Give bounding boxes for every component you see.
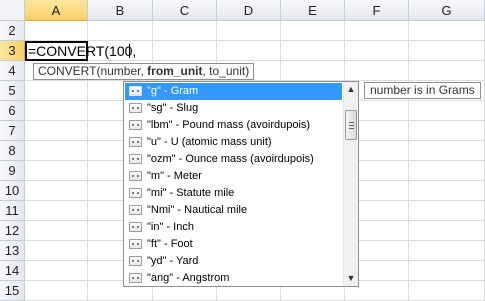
row-header-6[interactable]: 6 xyxy=(0,101,25,121)
arrow-up-icon[interactable]: ▲ xyxy=(344,82,358,96)
text-caret xyxy=(129,44,130,58)
dropdown-item-pound-mass[interactable]: "lbm" - Pound mass (avoirdupois) xyxy=(125,117,342,134)
unit-constant-icon xyxy=(129,188,142,198)
column-header-f[interactable]: F xyxy=(345,0,409,21)
row-header-8[interactable]: 8 xyxy=(0,141,25,161)
column-header-g[interactable]: G xyxy=(409,0,485,21)
row-header-10[interactable]: 10 xyxy=(0,181,25,201)
dropdown-item-gram[interactable]: "g" - Gram xyxy=(125,83,342,100)
dropdown-scrollbar[interactable]: ▲ ▼ xyxy=(343,82,358,286)
cell-formula[interactable]: =CONVERT(100, xyxy=(28,42,136,60)
dropdown-item-label: "ft" - Foot xyxy=(147,238,193,250)
row-header-5[interactable]: 5 xyxy=(0,81,25,101)
grid-line xyxy=(25,60,485,61)
row-header-3[interactable]: 3 xyxy=(0,41,25,61)
column-header-e[interactable]: E xyxy=(281,0,345,21)
dropdown-item-meter[interactable]: "m" - Meter xyxy=(125,168,342,185)
dropdown-item-label: "mi" - Statute mile xyxy=(147,187,235,199)
unit-constant-icon xyxy=(129,154,142,164)
dropdown-item-inch[interactable]: "in" - Inch xyxy=(125,219,342,236)
dropdown-item-statute-mile[interactable]: "mi" - Statute mile xyxy=(125,185,342,202)
arrow-down-icon[interactable]: ▼ xyxy=(344,271,358,285)
grip-line xyxy=(349,122,354,123)
unit-description-tooltip: number is in Grams xyxy=(364,82,481,99)
spreadsheet: A B C D E F G 2 3 4 5 6 7 8 9 10 11 12 1… xyxy=(0,0,485,301)
dropdown-list: "g" - Gram "sg" - Slug "lbm" - Pound mas… xyxy=(124,82,343,286)
dropdown-item-label: "yd" - Yard xyxy=(147,255,199,267)
unit-constant-icon xyxy=(129,86,142,96)
row-header-15[interactable]: 15 xyxy=(0,281,25,301)
dropdown-item-label: "in" - Inch xyxy=(147,221,194,233)
dropdown-item-angstrom[interactable]: "ang" - Angstrom xyxy=(125,270,342,286)
unit-constant-icon xyxy=(129,222,142,232)
unit-constant-icon xyxy=(129,137,142,147)
column-header-d[interactable]: D xyxy=(217,0,281,21)
row-header-2[interactable]: 2 xyxy=(0,21,25,41)
column-header-a[interactable]: A xyxy=(25,0,88,21)
row-header-12[interactable]: 12 xyxy=(0,221,25,241)
row-header-13[interactable]: 13 xyxy=(0,241,25,261)
row-header-11[interactable]: 11 xyxy=(0,201,25,221)
unit-constant-icon xyxy=(129,205,142,215)
grid-line xyxy=(25,40,485,41)
dropdown-item-label: "g" - Gram xyxy=(147,85,199,97)
unit-constant-icon xyxy=(129,120,142,130)
column-header-c[interactable]: C xyxy=(153,0,217,21)
grid-line xyxy=(408,21,409,301)
unit-constant-icon xyxy=(129,239,142,249)
dropdown-item-label: "m" - Meter xyxy=(147,170,202,182)
column-header-b[interactable]: B xyxy=(88,0,153,21)
select-all-corner[interactable] xyxy=(0,0,25,21)
tooltip-remaining-arguments: , to_unit) xyxy=(202,64,250,78)
dropdown-item-slug[interactable]: "sg" - Slug xyxy=(125,100,342,117)
tooltip-function-signature[interactable]: CONVERT(number, xyxy=(38,64,147,78)
unit-autocomplete-dropdown[interactable]: "g" - Gram "sg" - Slug "lbm" - Pound mas… xyxy=(123,81,359,287)
grip-line xyxy=(349,128,354,129)
dropdown-item-label: "lbm" - Pound mass (avoirdupois) xyxy=(147,119,311,131)
dropdown-item-nautical-mile[interactable]: "Nmi" - Nautical mile xyxy=(125,202,342,219)
dropdown-item-label: "u" - U (atomic mass unit) xyxy=(147,136,272,148)
row-header-9[interactable]: 9 xyxy=(0,161,25,181)
row-header-4[interactable]: 4 xyxy=(0,61,25,81)
unit-constant-icon xyxy=(129,103,142,113)
unit-constant-icon xyxy=(129,171,142,181)
dropdown-item-ounce-mass[interactable]: "ozm" - Ounce mass (avoirdupois) xyxy=(125,151,342,168)
grip-line xyxy=(349,125,354,126)
dropdown-item-label: "Nmi" - Nautical mile xyxy=(147,204,248,216)
dropdown-item-yard[interactable]: "yd" - Yard xyxy=(125,253,342,270)
row-header-7[interactable]: 7 xyxy=(0,121,25,141)
dropdown-item-atomic-mass[interactable]: "u" - U (atomic mass unit) xyxy=(125,134,342,151)
row-header-14[interactable]: 14 xyxy=(0,261,25,281)
scrollbar-thumb[interactable] xyxy=(345,110,357,140)
unit-constant-icon xyxy=(129,273,142,283)
unit-constant-icon xyxy=(129,256,142,266)
function-argument-tooltip: CONVERT(number, from_unit, to_unit) xyxy=(33,63,255,80)
dropdown-item-label: "ang" - Angstrom xyxy=(147,272,230,284)
dropdown-item-label: "sg" - Slug xyxy=(147,102,199,114)
tooltip-current-argument[interactable]: from_unit xyxy=(147,64,202,78)
dropdown-item-foot[interactable]: "ft" - Foot xyxy=(125,236,342,253)
dropdown-item-label: "ozm" - Ounce mass (avoirdupois) xyxy=(147,153,314,165)
